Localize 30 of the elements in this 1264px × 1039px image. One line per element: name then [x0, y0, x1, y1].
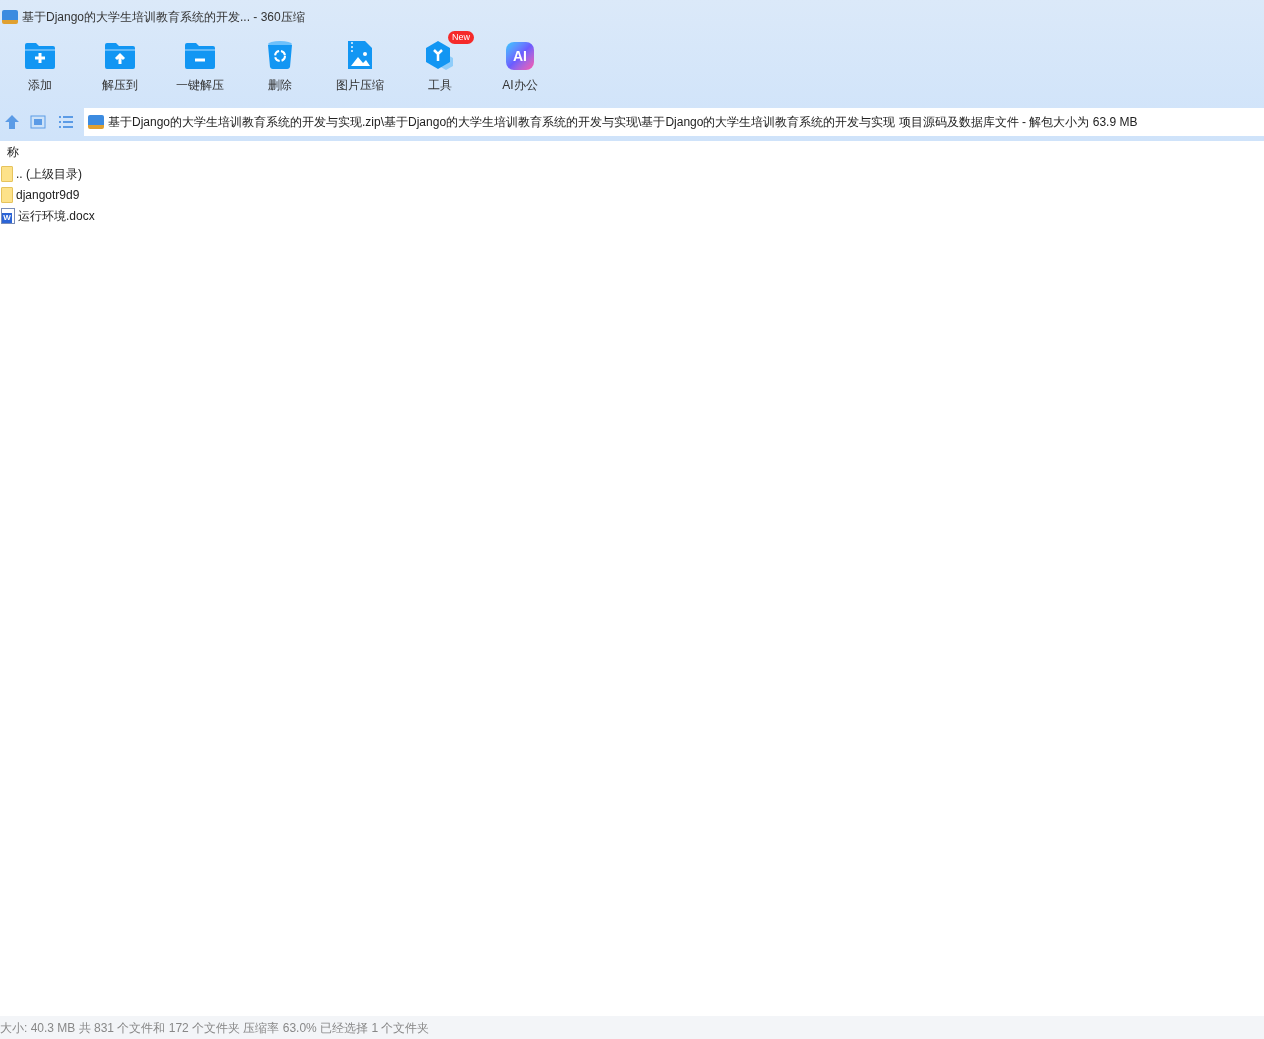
thumbnail-view-icon[interactable] [30, 115, 46, 129]
file-name[interactable]: .. (上级目录) [16, 164, 82, 183]
recycle-bin-icon [267, 40, 293, 70]
hexagon-tools-icon [424, 40, 456, 70]
folder-icon [1, 165, 13, 182]
list-view-icon[interactable] [58, 115, 74, 129]
toolbar-button[interactable]: 添加 [0, 33, 80, 103]
file-name[interactable]: 运行环境.docx [18, 206, 95, 225]
column-header[interactable]: 称 [7, 143, 19, 161]
toolbar-button[interactable]: 图片压缩 [320, 33, 400, 103]
toolbar-button[interactable]: 一键解压 [160, 33, 240, 103]
archive-icon [2, 9, 18, 24]
folder-icon [1, 186, 13, 203]
folder-minus-icon [184, 42, 216, 70]
archive-icon [88, 115, 104, 129]
ai-logo-icon: AI [506, 42, 534, 70]
image-file-icon [347, 40, 373, 70]
word-document-icon: W [1, 207, 15, 224]
toolbar-button[interactable]: AI AI办公 [480, 33, 560, 103]
toolbar-button[interactable]: 工具 New [400, 33, 480, 103]
toolbar-button[interactable]: 解压到 [80, 33, 160, 103]
window-title: 基于Django的大学生培训教育系统的开发... - 360压缩 [22, 8, 305, 26]
up-arrow-icon[interactable] [4, 114, 20, 130]
file-name[interactable]: djangotr9d9 [16, 185, 80, 204]
new-badge: New [448, 31, 474, 44]
toolbar-button[interactable]: 删除 [240, 33, 320, 103]
address-field[interactable]: 基于Django的大学生培训教育系统的开发与实现.zip\基于Django的大学生培训教育系统的开发与实现\基于Django的大学生培训教育系统的开发与实现 项目源码及数据库文件 - 解包大小为 63.9 MB [84, 108, 1264, 136]
status-text: 大小: 40.3 MB 共 831 个文件和 172 个文件夹 压缩率 63.0% 已经选择 1 个文件夹 [0, 1019, 430, 1037]
folder-plus-icon [24, 42, 56, 70]
folder-upload-icon [104, 42, 136, 70]
